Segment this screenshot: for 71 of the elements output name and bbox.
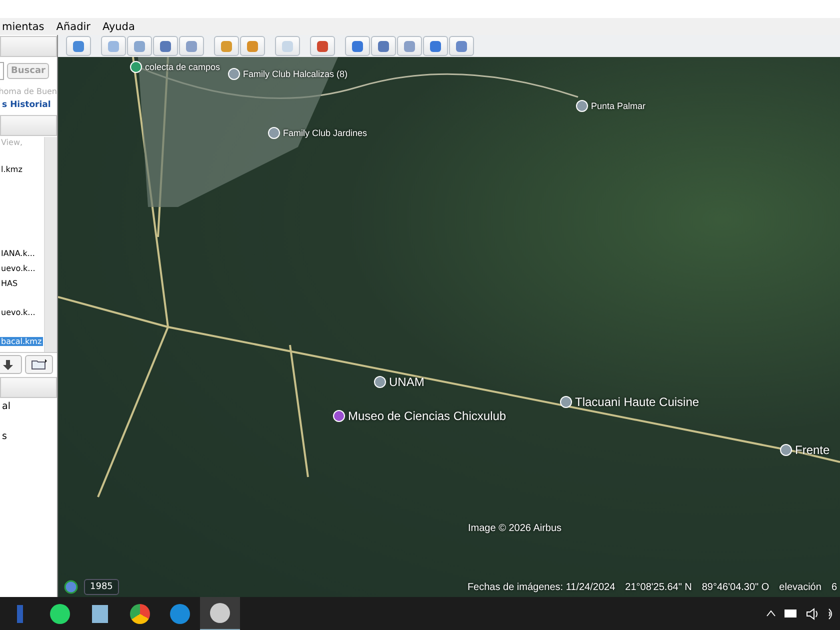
- place-item[interactable]: uevo.k...: [0, 308, 36, 317]
- tool-icon: [134, 40, 145, 52]
- place-label[interactable]: colecta de campos: [145, 62, 222, 72]
- place-label[interactable]: Frente: [795, 443, 832, 457]
- tool-button[interactable]: [371, 36, 396, 56]
- place-item[interactable]: IANA.k...: [0, 249, 36, 258]
- tool-button[interactable]: [345, 36, 370, 56]
- tab[interactable]: Historial: [10, 100, 51, 110]
- speaker-icon[interactable]: [806, 608, 820, 620]
- tool-icon: [247, 40, 258, 52]
- tool-icon: [352, 40, 363, 52]
- status-text: 6: [831, 582, 837, 592]
- tool-button[interactable]: [397, 36, 422, 56]
- folder-icon: [31, 359, 47, 370]
- panel-header: [0, 377, 57, 398]
- scrollbar[interactable]: [44, 137, 57, 352]
- place-item[interactable]: uevo.k...: [0, 264, 36, 273]
- image-attribution: Image © 2026 Airbus: [468, 523, 562, 534]
- tool-icon: [160, 40, 171, 52]
- tool-button[interactable]: [449, 36, 474, 56]
- tool-icon: [404, 40, 415, 52]
- move-down-button[interactable]: [0, 355, 22, 374]
- place-item[interactable]: l.kmz: [0, 165, 24, 174]
- map-pin-icon[interactable]: [130, 61, 142, 73]
- menu-item[interactable]: Añadir: [56, 20, 90, 32]
- tool-button[interactable]: [66, 36, 91, 56]
- map-pin-icon[interactable]: [780, 444, 792, 456]
- tool-icon: [430, 40, 441, 52]
- status-text: 21°08'25.64" N: [625, 582, 692, 592]
- battery-icon[interactable]: [784, 609, 798, 618]
- place-label[interactable]: UNAM: [389, 375, 426, 389]
- map-pin-icon[interactable]: [560, 396, 572, 408]
- tool-button[interactable]: [423, 36, 448, 56]
- tool-icon: [317, 40, 328, 52]
- folder-button[interactable]: [25, 355, 53, 374]
- tool-icon: [221, 40, 232, 52]
- menu-item[interactable]: Ayuda: [102, 20, 135, 32]
- layer-item[interactable]: al: [0, 401, 57, 416]
- menu-item[interactable]: mientas: [2, 20, 44, 32]
- panel-header: [0, 36, 57, 57]
- status-text: Fechas de imágenes: 11/24/2024: [467, 582, 616, 592]
- status-text: elevación: [779, 582, 822, 592]
- status-text: 89°46'04.30" O: [702, 582, 770, 592]
- tool-button[interactable]: [240, 36, 265, 56]
- place-label[interactable]: Punta Palmar: [591, 101, 648, 111]
- place-label[interactable]: Family Club Jardines: [283, 128, 370, 138]
- place-label[interactable]: Tlacuani Haute Cuisine: [575, 395, 702, 409]
- caret-up-icon[interactable]: [766, 610, 776, 617]
- tab[interactable]: s: [2, 100, 8, 110]
- tool-icon: [282, 40, 293, 52]
- tool-icon: [456, 40, 467, 52]
- tool-button[interactable]: [179, 36, 204, 56]
- map-pin-icon[interactable]: [374, 376, 386, 388]
- down-arrow-icon: [3, 360, 13, 370]
- tool-icon: [186, 40, 197, 52]
- place-item[interactable]: HAS: [0, 279, 19, 288]
- globe-app-icon[interactable]: [200, 596, 240, 630]
- panel-header: [0, 115, 57, 136]
- tool-button[interactable]: [310, 36, 335, 56]
- year-badge[interactable]: 1985: [84, 579, 119, 595]
- clock-icon[interactable]: [64, 580, 78, 594]
- place-label[interactable]: Family Club Halcalizas (8): [243, 69, 350, 79]
- map-pin-icon[interactable]: [576, 100, 588, 112]
- place-item[interactable]: bacal.kmz: [0, 337, 43, 346]
- map-pin-icon[interactable]: [333, 410, 345, 422]
- tool-icon: [378, 40, 389, 52]
- tool-icon: [73, 40, 84, 52]
- tool-icon: [108, 40, 119, 52]
- layer-item[interactable]: s: [0, 431, 57, 446]
- place-label[interactable]: Museo de Ciencias Chicxulub: [348, 409, 508, 423]
- tool-button[interactable]: [153, 36, 178, 56]
